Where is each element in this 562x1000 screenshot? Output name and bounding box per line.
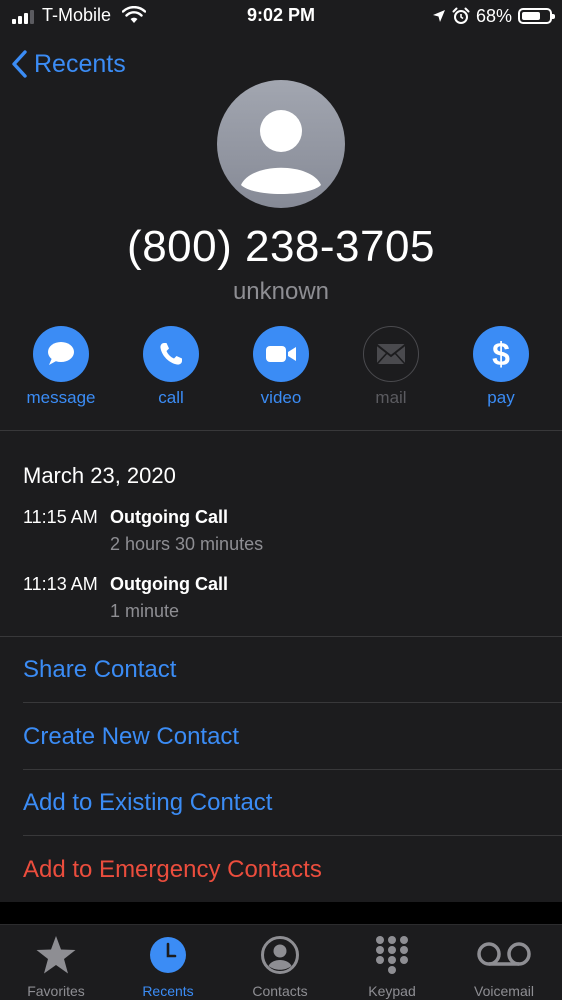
video-camera-icon: [266, 346, 296, 362]
dollar-icon: $: [492, 336, 510, 372]
tab-recents[interactable]: Recents: [112, 933, 224, 999]
divider: [0, 430, 562, 431]
contact-avatar: [217, 80, 345, 208]
tab-label: Favorites: [27, 983, 85, 999]
message-button[interactable]: message: [6, 326, 116, 408]
mail-button[interactable]: mail: [336, 326, 446, 408]
call-history-date: March 23, 2020: [23, 463, 176, 488]
message-bubble-icon: [48, 342, 74, 365]
mail-label: mail: [375, 388, 407, 407]
divider: [23, 702, 562, 703]
call-duration: 2 hours 30 minutes: [110, 534, 264, 554]
video-label: video: [260, 388, 302, 407]
tab-voicemail[interactable]: Voicemail: [448, 933, 560, 999]
tab-label: Keypad: [368, 983, 416, 999]
alarm-icon: [452, 7, 470, 24]
call-label: call: [158, 388, 184, 407]
battery-fill: [522, 12, 540, 20]
pay-label: pay: [487, 388, 515, 407]
contact-label: unknown: [232, 278, 330, 305]
call-type: Outgoing Call: [110, 507, 228, 527]
chevron-left-icon: [12, 50, 27, 78]
envelope-icon: [376, 344, 406, 365]
keypad-icon: [376, 936, 408, 974]
call-time: 11:13 AM: [23, 574, 98, 594]
status-bar: T-Mobile 9:02 PM 68%: [0, 0, 562, 34]
tab-favorites[interactable]: Favorites: [0, 933, 112, 999]
quick-actions: message call video mail $ pay: [0, 326, 562, 416]
video-button[interactable]: video: [226, 326, 336, 408]
contact-phone-number: (800) 238-3705: [127, 222, 435, 271]
star-icon: [36, 936, 76, 974]
back-label: Recents: [34, 49, 126, 78]
pay-button[interactable]: $ pay: [446, 326, 556, 408]
contact-detail-screen: T-Mobile 9:02 PM 68% Recents (800) 238-3…: [0, 0, 562, 1000]
voicemail-icon: [477, 942, 531, 966]
clock-icon: [150, 937, 186, 973]
message-label: message: [26, 388, 96, 407]
tab-label: Recents: [142, 983, 194, 999]
call-button[interactable]: call: [116, 326, 226, 408]
phone-icon: [160, 343, 182, 365]
tab-label: Contacts: [252, 983, 308, 999]
battery-percent: 68%: [475, 5, 512, 26]
add-to-emergency-contacts-button[interactable]: Add to Emergency Contacts: [23, 856, 322, 884]
divider: [0, 636, 562, 637]
tab-contacts[interactable]: Contacts: [224, 933, 336, 999]
person-circle-icon: [261, 936, 299, 974]
battery-icon: [518, 8, 555, 24]
status-right-cluster: 68%: [432, 5, 555, 27]
tab-bar: Favorites Recents Contacts Keypad Voicem…: [0, 924, 562, 1000]
call-duration: 1 minute: [110, 601, 180, 621]
back-button[interactable]: Recents: [10, 44, 126, 84]
call-time: 11:15 AM: [23, 507, 98, 527]
divider: [23, 769, 562, 770]
call-type: Outgoing Call: [110, 574, 228, 594]
section-gap: [0, 902, 562, 924]
person-silhouette-icon: [241, 110, 321, 194]
add-to-existing-contact-button[interactable]: Add to Existing Contact: [23, 789, 272, 817]
location-arrow-icon: [432, 10, 445, 22]
divider: [23, 835, 562, 836]
tab-keypad[interactable]: Keypad: [336, 933, 448, 999]
tab-label: Voicemail: [474, 983, 534, 999]
create-new-contact-button[interactable]: Create New Contact: [23, 723, 239, 751]
share-contact-button[interactable]: Share Contact: [23, 656, 176, 684]
